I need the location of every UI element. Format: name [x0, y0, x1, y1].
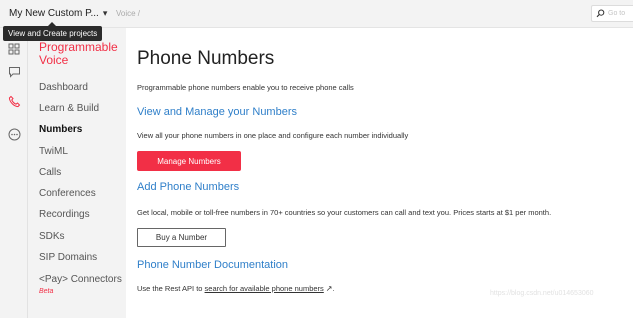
sidebar-nav: Programmable Voice Dashboard Learn & Bui… [28, 28, 126, 318]
sidebar-item-sdks[interactable]: SDKs [39, 231, 65, 242]
sidebar-item-dashboard[interactable]: Dashboard [39, 82, 88, 93]
main-content: Phone Numbers Programmable phone numbers… [126, 28, 633, 318]
beta-badge: Beta [39, 288, 54, 295]
product-rail [0, 28, 28, 318]
sidebar-item-twiml[interactable]: TwiML [39, 146, 68, 157]
docs-prefix: Use the Rest API to [137, 284, 205, 293]
add-heading: Add Phone Numbers [137, 181, 240, 193]
external-link-icon[interactable]: ↗ [326, 284, 333, 293]
buy-number-button[interactable]: Buy a Number [137, 228, 226, 247]
chevron-down-icon: ▾ [102, 8, 108, 18]
docs-suffix: . [332, 284, 335, 293]
sidebar-item-pay-connectors[interactable]: <Pay> Connectors [39, 274, 122, 285]
breadcrumb[interactable]: Voice / [116, 9, 140, 18]
watermark: https://blog.csdn.net/u014653060 [490, 290, 594, 297]
manage-text: View all your phone numbers in one place… [137, 131, 409, 140]
sidebar-item-learn-build[interactable]: Learn & Build [39, 103, 99, 114]
search-icon [596, 9, 605, 18]
sidebar-item-recordings[interactable]: Recordings [39, 209, 90, 220]
project-switcher[interactable]: My New Custom P... ▾ [9, 8, 107, 19]
docs-heading[interactable]: Phone Number Documentation [137, 259, 288, 271]
phone-icon[interactable] [7, 94, 21, 108]
page-title: Phone Numbers [137, 48, 275, 69]
manage-numbers-button[interactable]: Manage Numbers [137, 151, 241, 171]
sidebar-item-calls[interactable]: Calls [39, 167, 61, 178]
product-title[interactable]: Programmable Voice [39, 41, 125, 67]
search-box[interactable] [591, 5, 633, 22]
grid-icon[interactable] [7, 42, 21, 56]
search-input[interactable] [608, 10, 632, 17]
docs-text: Use the Rest API to search for available… [137, 284, 335, 293]
chat-icon[interactable] [7, 65, 21, 79]
add-text: Get local, mobile or toll-free numbers i… [137, 208, 552, 217]
top-bar: My New Custom P... ▾ Voice / [0, 0, 633, 28]
more-icon[interactable] [7, 127, 21, 141]
project-name: My New Custom P... [9, 8, 99, 19]
sidebar-item-conferences[interactable]: Conferences [39, 188, 96, 199]
search-numbers-link[interactable]: search for available phone numbers [205, 284, 324, 293]
intro-text: Programmable phone numbers enable you to… [137, 83, 354, 92]
sidebar-item-numbers[interactable]: Numbers [39, 124, 82, 135]
sidebar-item-sip-domains[interactable]: SIP Domains [39, 252, 97, 263]
manage-heading: View and Manage your Numbers [137, 106, 297, 118]
project-tooltip: View and Create projects [3, 22, 103, 41]
